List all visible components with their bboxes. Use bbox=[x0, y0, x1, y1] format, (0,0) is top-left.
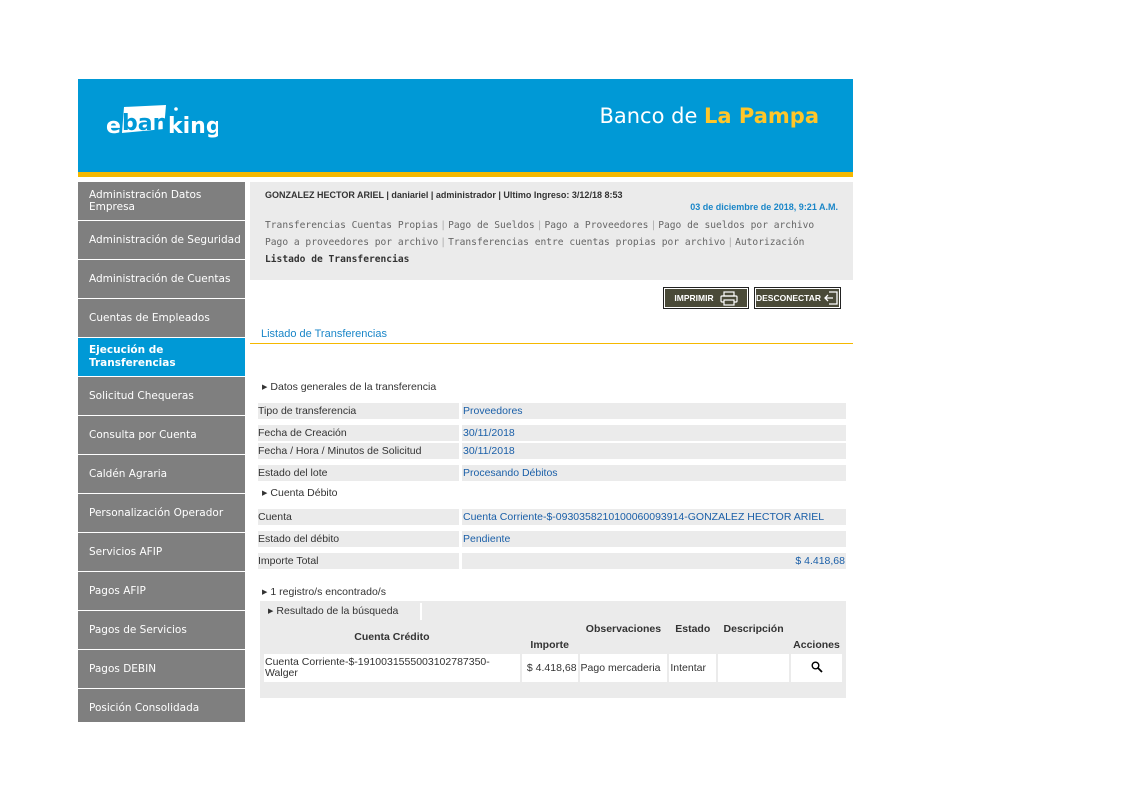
sidebar-item-posicion-consolidada[interactable]: Posición Consolidada bbox=[78, 689, 245, 722]
general-row: Estado del lote Procesando Débitos bbox=[258, 465, 846, 481]
nav-link-pago-sueldos-archivo[interactable]: Pago de sueldos por archivo bbox=[658, 220, 814, 231]
table-row: Cuenta Corriente-$-191003155500310278735… bbox=[264, 654, 842, 682]
nav-separator: | bbox=[536, 220, 543, 231]
row-value: Cuenta Corriente-$-093035821010006009391… bbox=[462, 509, 846, 525]
row-label: Tipo de transferencia bbox=[258, 403, 459, 419]
status-cell: Intentar bbox=[669, 654, 717, 682]
debit-row: Importe Total $ 4.418,68 bbox=[258, 553, 846, 569]
sidebar-item-consulta-cuenta[interactable]: Consulta por Cuenta bbox=[78, 416, 245, 454]
actions-cell bbox=[791, 654, 842, 682]
sidebar-item-admin-datos-empresa[interactable]: Administración Datos Empresa bbox=[78, 182, 245, 220]
description-cell bbox=[718, 654, 789, 682]
sidebar: Administración Datos Empresa Administrac… bbox=[78, 182, 245, 722]
sidebar-item-personalizacion-operador[interactable]: Personalización Operador bbox=[78, 494, 245, 532]
row-value: Procesando Débitos bbox=[462, 465, 846, 481]
nav-link-transferencias-cuentas-propias[interactable]: Transferencias Cuentas Propias bbox=[265, 220, 438, 231]
svg-text:king: king bbox=[168, 114, 218, 139]
row-label: Estado del débito bbox=[258, 531, 459, 547]
row-value: 30/11/2018 bbox=[462, 443, 846, 459]
sidebar-item-servicios-afip[interactable]: Servicios AFIP bbox=[78, 533, 245, 571]
header: e ban king Banco de La Pampa bbox=[78, 79, 853, 172]
bank-name-prefix: Banco de bbox=[599, 104, 705, 128]
logout-icon bbox=[824, 291, 838, 305]
nav-separator: | bbox=[440, 237, 447, 248]
column-header: Estado bbox=[669, 622, 717, 652]
sidebar-item-ejecucion-transferencias[interactable]: Ejecución de Transferencias bbox=[78, 338, 245, 376]
print-button-label: IMPRIMIR bbox=[674, 293, 714, 303]
nav-link-pago-proveedores-archivo[interactable]: Pago a proveedores por archivo bbox=[265, 237, 438, 248]
nav-link-transferencias-propias-archivo[interactable]: Transferencias entre cuentas propias por… bbox=[448, 237, 725, 248]
row-label: Fecha / Hora / Minutos de Solicitud bbox=[258, 443, 459, 459]
credit-account-cell: Cuenta Corriente-$-191003155500310278735… bbox=[264, 654, 520, 682]
user-bar: GONZALEZ HECTOR ARIEL | daniariel | admi… bbox=[250, 182, 853, 280]
print-button[interactable]: IMPRIMIR bbox=[663, 287, 749, 309]
bank-name-highlight: La Pampa bbox=[704, 104, 819, 128]
amount-cell: $ 4.418,68 bbox=[521, 654, 578, 682]
row-label: Estado del lote bbox=[258, 465, 459, 481]
general-row: Tipo de transferencia Proveedores bbox=[258, 403, 846, 419]
main-content: GONZALEZ HECTOR ARIEL | daniariel | admi… bbox=[250, 182, 853, 698]
svg-text:e: e bbox=[106, 114, 121, 139]
results-table: Cuenta Crédito Importe Observaciones Est… bbox=[262, 620, 844, 684]
ebanking-logo: e ban king bbox=[106, 103, 222, 139]
operations-nav: Transferencias Cuentas Propias | Pago de S… bbox=[265, 217, 839, 268]
column-header: Importe bbox=[521, 622, 578, 652]
column-header: Observaciones bbox=[579, 622, 668, 652]
disconnect-button-label: DESCONECTAR bbox=[755, 293, 821, 303]
column-header: Acciones bbox=[791, 622, 842, 652]
debit-row: Estado del débito Pendiente bbox=[258, 531, 846, 547]
bank-name: Banco de La Pampa bbox=[599, 104, 819, 128]
nav-link-autorizacion[interactable]: Autorización bbox=[735, 237, 804, 248]
row-label: Fecha de Creación bbox=[258, 425, 459, 441]
sidebar-item-pagos-servicios[interactable]: Pagos de Servicios bbox=[78, 611, 245, 649]
nav-current-listado[interactable]: Listado de Transferencias bbox=[265, 254, 409, 265]
header-stripe bbox=[78, 172, 853, 177]
svg-text:ban: ban bbox=[122, 111, 168, 136]
results-count: 1 registro/s encontrado/s bbox=[250, 586, 853, 598]
disconnect-button[interactable]: DESCONECTAR bbox=[754, 287, 841, 309]
results-panel: Resultado de la búsqueda Cuenta Crédito … bbox=[260, 601, 846, 698]
action-bar: IMPRIMIR DESCONECTAR bbox=[250, 287, 853, 317]
general-row: Fecha / Hora / Minutos de Solicitud 30/1… bbox=[258, 443, 846, 459]
row-value: Pendiente bbox=[462, 531, 846, 547]
nav-link-pago-sueldos[interactable]: Pago de Sueldos bbox=[448, 220, 535, 231]
row-label: Importe Total bbox=[258, 553, 459, 569]
sidebar-item-cuentas-empleados[interactable]: Cuentas de Empleados bbox=[78, 299, 245, 337]
row-value: Proveedores bbox=[462, 403, 846, 419]
general-row: Fecha de Creación 30/11/2018 bbox=[258, 425, 846, 441]
ebanking-logo-icon: e ban king bbox=[106, 105, 222, 139]
nav-separator: | bbox=[440, 220, 447, 231]
row-label: Cuenta bbox=[258, 509, 459, 525]
notes-cell: Pago mercaderia bbox=[579, 654, 668, 682]
sidebar-item-pagos-debin[interactable]: Pagos DEBIN bbox=[78, 650, 245, 688]
current-datetime: 03 de diciembre de 2018, 9:21 A.M. bbox=[690, 202, 838, 212]
user-info: GONZALEZ HECTOR ARIEL | daniariel | admi… bbox=[265, 190, 623, 200]
column-header: Descripción bbox=[718, 622, 789, 652]
nav-link-pago-proveedores[interactable]: Pago a Proveedores bbox=[544, 220, 648, 231]
row-value: 30/11/2018 bbox=[462, 425, 846, 441]
total-amount: $ 4.418,68 bbox=[462, 553, 846, 569]
results-heading: Resultado de la búsqueda bbox=[263, 603, 422, 620]
nav-separator: | bbox=[650, 220, 657, 231]
debit-account-heading: Cuenta Débito bbox=[250, 487, 853, 499]
app-window: e ban king Banco de La Pampa Administrac… bbox=[78, 79, 853, 722]
sidebar-item-solicitud-chequeras[interactable]: Solicitud Chequeras bbox=[78, 377, 245, 415]
nav-separator: | bbox=[727, 237, 734, 248]
sidebar-item-admin-seguridad[interactable]: Administración de Seguridad bbox=[78, 221, 245, 259]
sidebar-item-calden-agraria[interactable]: Caldén Agraria bbox=[78, 455, 245, 493]
magnifier-icon[interactable] bbox=[811, 661, 823, 673]
sidebar-item-pagos-afip[interactable]: Pagos AFIP bbox=[78, 572, 245, 610]
section-title: Listado de Transferencias bbox=[250, 328, 853, 344]
debit-row: Cuenta Cuenta Corriente-$-09303582101000… bbox=[258, 509, 846, 525]
sidebar-item-admin-cuentas[interactable]: Administración de Cuentas bbox=[78, 260, 245, 298]
table-header-row: Cuenta Crédito Importe Observaciones Est… bbox=[264, 622, 842, 652]
general-data-heading: Datos generales de la transferencia bbox=[250, 381, 853, 393]
printer-icon bbox=[719, 290, 738, 306]
column-header: Cuenta Crédito bbox=[264, 622, 520, 652]
